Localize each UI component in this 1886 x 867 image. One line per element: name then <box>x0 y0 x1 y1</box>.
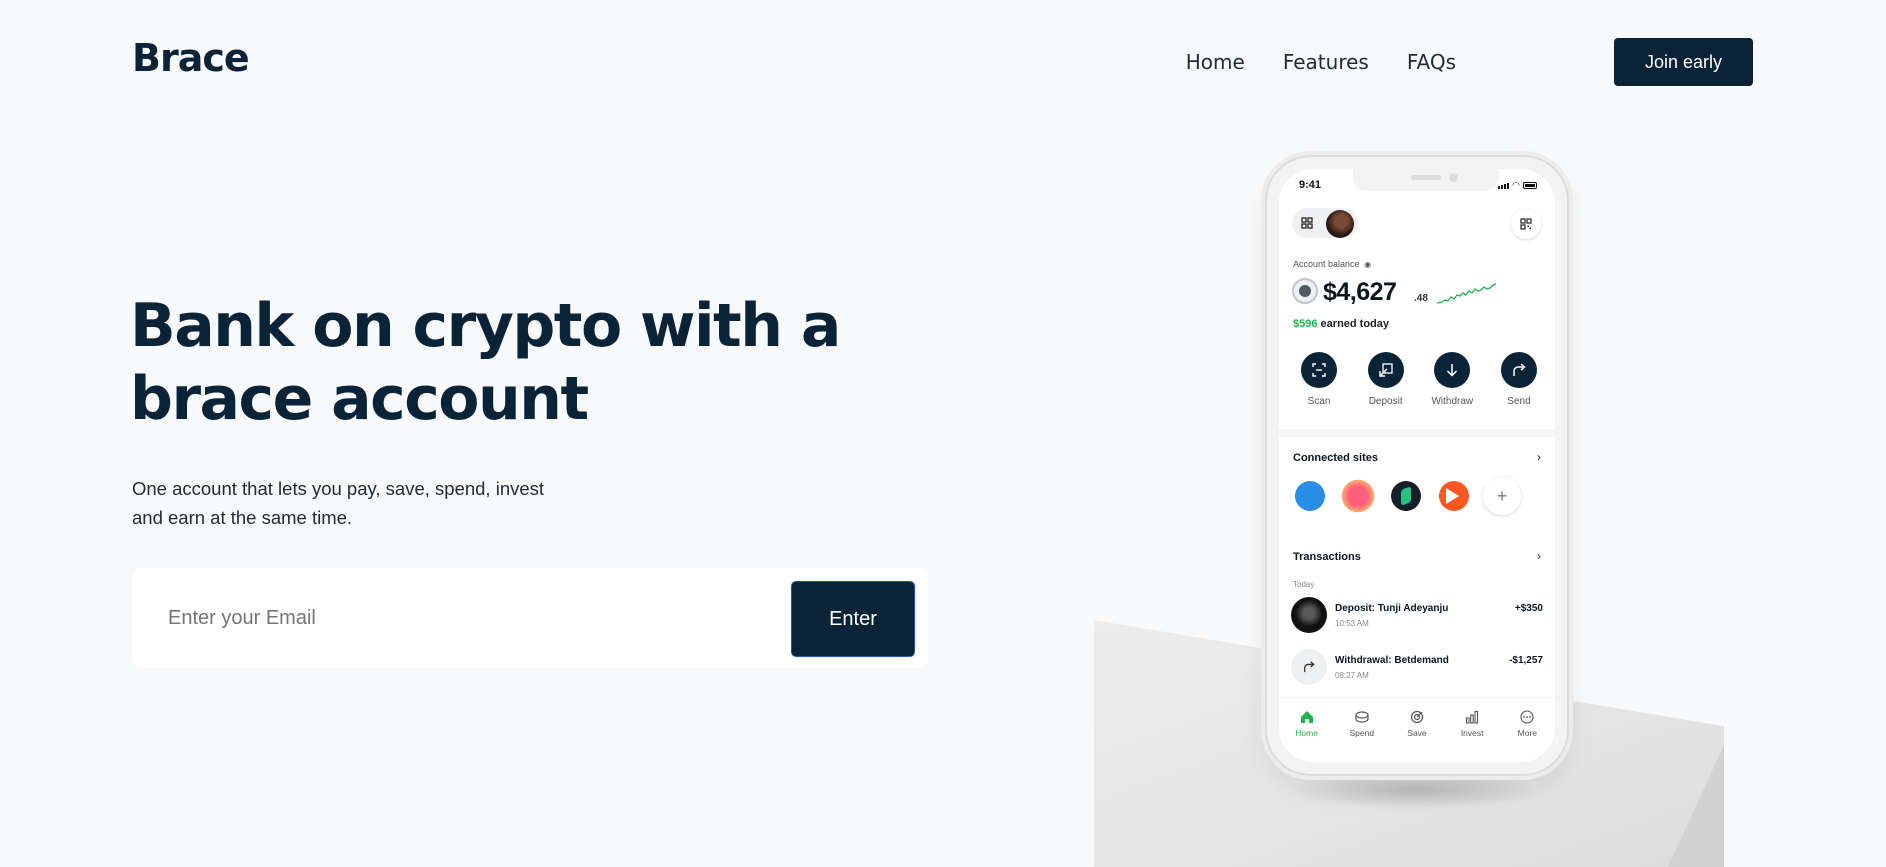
hero-headline: Bank on crypto with a brace account <box>130 291 841 434</box>
balance-cents: .48 <box>1414 293 1428 304</box>
connected-sites-list: + <box>1291 477 1521 515</box>
withdraw-action[interactable]: Withdraw <box>1424 352 1480 407</box>
earned-amount: $596 <box>1293 318 1318 330</box>
connected-sites-title: Connected sites <box>1293 452 1378 464</box>
target-icon <box>1410 710 1424 724</box>
home-icon <box>1300 711 1313 723</box>
nav-faqs-link[interactable]: FAQs <box>1407 50 1456 74</box>
battery-icon <box>1523 182 1537 189</box>
scan-action[interactable]: Scan <box>1291 352 1347 407</box>
phone-shadow <box>1290 770 1540 810</box>
site-solana-icon[interactable] <box>1387 477 1425 515</box>
earned-text: earned today <box>1320 318 1390 330</box>
scan-label: Scan <box>1307 396 1331 407</box>
wifi-icon: ◠ <box>1512 180 1520 190</box>
send-label: Send <box>1507 396 1531 407</box>
sparkline-chart <box>1437 283 1497 304</box>
deposit-icon <box>1378 363 1393 377</box>
tab-save-label: Save <box>1407 728 1427 738</box>
deposit-action[interactable]: Deposit <box>1358 352 1414 407</box>
signal-icon <box>1498 183 1510 189</box>
today-label: Today <box>1293 580 1315 589</box>
avatar[interactable] <box>1326 210 1354 238</box>
join-early-button[interactable]: Join early <box>1614 38 1753 86</box>
transaction-time: 10:53 AM <box>1335 619 1369 628</box>
transaction-amount: -$1,257 <box>1509 655 1543 666</box>
transaction-avatar <box>1291 597 1327 633</box>
connected-sites-chevron-icon[interactable]: › <box>1537 450 1541 464</box>
quick-actions: Scan Deposit Withdraw Send <box>1291 352 1547 407</box>
hero-subtext: One account that lets you pay, save, spe… <box>132 478 545 528</box>
balance-amount: $4,627 <box>1323 278 1397 306</box>
transactions-title: Transactions <box>1293 551 1361 563</box>
eye-icon[interactable]: ◉ <box>1364 260 1371 269</box>
account-switcher[interactable] <box>1292 208 1358 238</box>
section-divider <box>1279 429 1555 437</box>
coin-icon <box>1292 278 1318 304</box>
transaction-name: Withdrawal: Betdemand <box>1335 655 1449 666</box>
site-play-icon[interactable] <box>1435 477 1473 515</box>
brand-logo[interactable]: Brace <box>132 36 250 80</box>
status-icons: ◠ <box>1498 180 1537 190</box>
nav-home-link[interactable]: Home <box>1186 50 1245 74</box>
tab-spend[interactable]: Spend <box>1338 708 1386 738</box>
deposit-label: Deposit <box>1368 396 1403 407</box>
tab-invest[interactable]: Invest <box>1448 708 1496 738</box>
more-icon <box>1520 710 1534 724</box>
wallet-icon <box>1355 711 1369 723</box>
nav-features-link[interactable]: Features <box>1283 50 1369 74</box>
earned-today: $596 earned today <box>1293 318 1389 330</box>
grid-icon <box>1301 217 1313 229</box>
qr-code-button[interactable] <box>1511 209 1541 239</box>
transaction-row[interactable]: Withdrawal: Betdemand 08:27 AM -$1,257 <box>1291 649 1543 689</box>
phone-screen: 9:41 ◠ Account balance ◉ $4,627 .48 $596… <box>1279 169 1555 762</box>
balance-label: Account balance ◉ <box>1293 259 1371 269</box>
tab-more[interactable]: More <box>1503 708 1551 738</box>
qr-code-icon <box>1520 218 1532 230</box>
transaction-time: 08:27 AM <box>1335 671 1369 680</box>
send-icon <box>1513 363 1526 376</box>
tab-home[interactable]: Home <box>1283 708 1331 738</box>
balance-label-text: Account balance <box>1293 259 1360 269</box>
withdraw-label: Withdraw <box>1431 396 1474 407</box>
tab-more-label: More <box>1517 728 1538 738</box>
bar-chart-icon <box>1466 710 1479 724</box>
tab-home-label: Home <box>1295 728 1318 738</box>
add-site-button[interactable]: + <box>1483 477 1521 515</box>
status-time: 9:41 <box>1299 179 1322 191</box>
site-magic-eden-icon[interactable] <box>1339 477 1377 515</box>
email-input[interactable] <box>168 598 728 638</box>
transaction-row[interactable]: Deposit: Tunji Adeyanju 10:53 AM +$350 <box>1291 597 1543 637</box>
withdraw-icon <box>1447 364 1458 377</box>
transactions-chevron-icon[interactable]: › <box>1537 549 1541 563</box>
send-arrow-icon <box>1291 649 1327 685</box>
scan-icon <box>1312 363 1326 377</box>
tab-invest-label: Invest <box>1460 728 1484 738</box>
transaction-name: Deposit: Tunji Adeyanju <box>1335 603 1449 614</box>
email-signup-form: Enter <box>132 568 928 668</box>
send-action[interactable]: Send <box>1491 352 1547 407</box>
tab-save[interactable]: Save <box>1393 708 1441 738</box>
site-opensea-icon[interactable] <box>1291 477 1329 515</box>
phone-mockup: 9:41 ◠ Account balance ◉ $4,627 .48 $596… <box>1267 157 1567 774</box>
main-nav: Home Features FAQs <box>1148 38 1456 86</box>
phone-notch <box>1353 169 1499 191</box>
tab-spend-label: Spend <box>1349 728 1375 738</box>
transaction-amount: +$350 <box>1514 603 1543 614</box>
enter-button[interactable]: Enter <box>791 581 915 657</box>
bottom-tab-bar: Home Spend Save Invest More <box>1279 697 1555 762</box>
